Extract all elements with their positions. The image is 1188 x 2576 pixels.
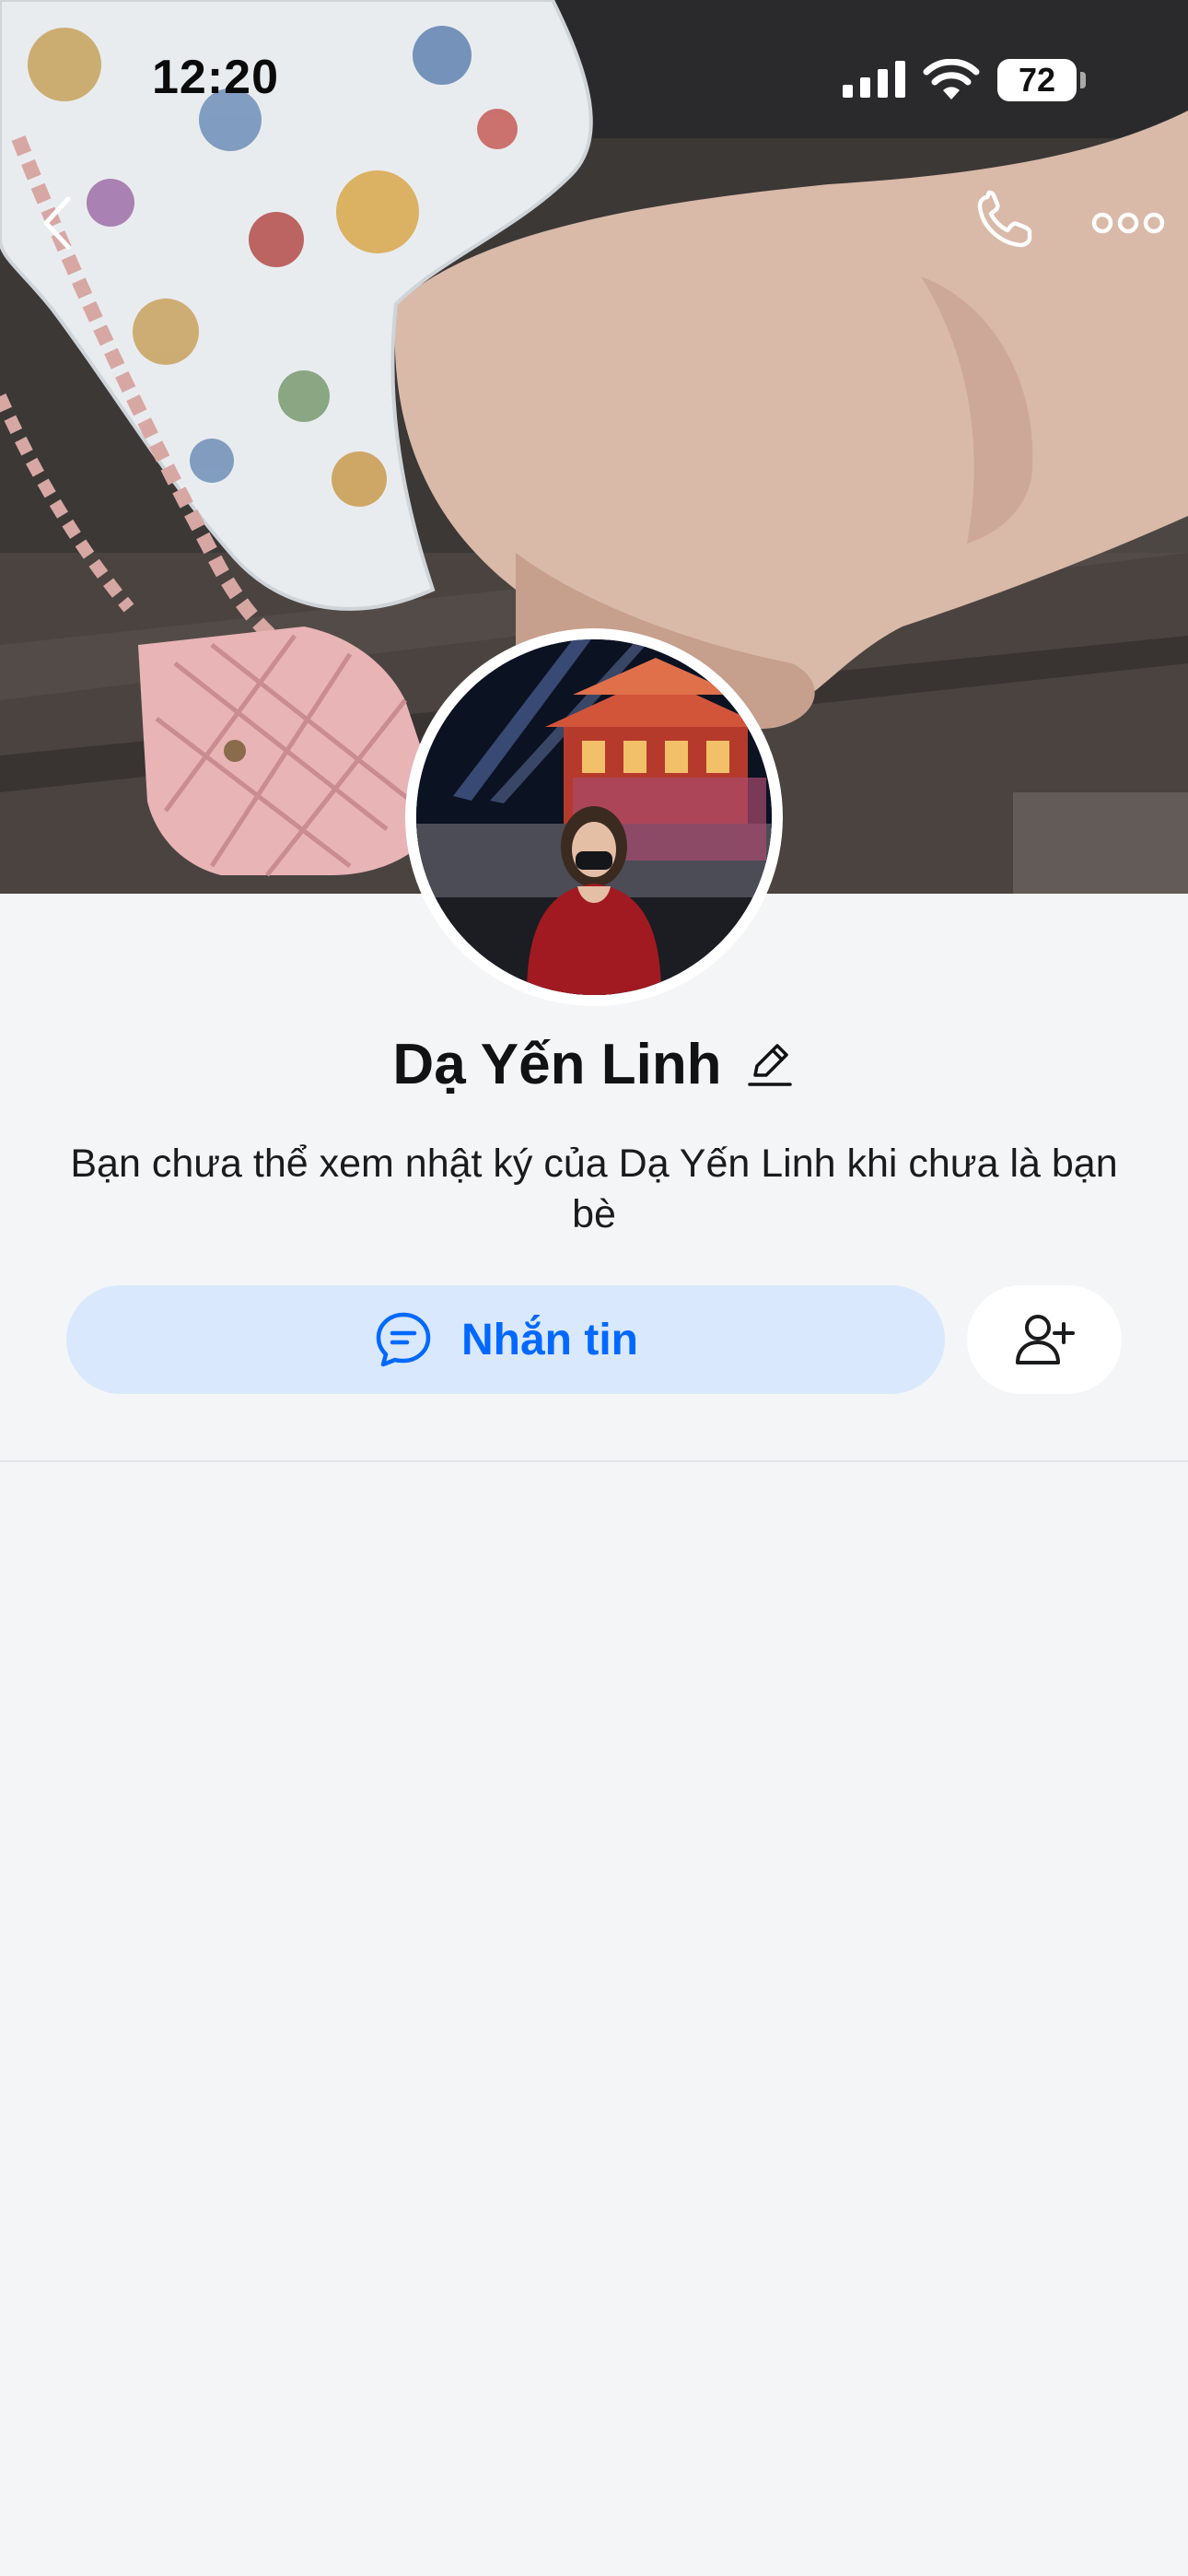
battery-indicator: 72 bbox=[997, 59, 1086, 101]
avatar-photo bbox=[416, 639, 772, 995]
add-friend-button[interactable] bbox=[967, 1285, 1122, 1394]
profile-name: Dạ Yến Linh bbox=[392, 1032, 722, 1096]
wifi-icon bbox=[923, 59, 980, 100]
add-user-icon bbox=[1016, 1315, 1075, 1364]
pencil-icon[interactable] bbox=[744, 1038, 796, 1090]
message-button-label: Nhắn tin bbox=[461, 1315, 638, 1364]
more-horizontal-icon bbox=[1091, 212, 1165, 234]
status-bar: 12:20 72 bbox=[0, 0, 1188, 138]
chevron-left-icon bbox=[43, 196, 71, 250]
phone-icon bbox=[977, 190, 1032, 248]
cellular-signal-icon bbox=[843, 61, 905, 98]
privacy-notice: Bạn chưa thể xem nhật ký của Dạ Yến Linh… bbox=[70, 1142, 1118, 1236]
status-time: 12:20 bbox=[152, 51, 279, 104]
call-button[interactable] bbox=[967, 184, 1050, 258]
message-button[interactable]: Nhắn tin bbox=[66, 1285, 945, 1394]
avatar-photo-illustration bbox=[416, 639, 772, 995]
back-button[interactable] bbox=[28, 184, 92, 258]
more-options-button[interactable] bbox=[1087, 184, 1170, 258]
chat-bubble-icon bbox=[376, 1312, 431, 1367]
avatar[interactable] bbox=[405, 628, 783, 1006]
profile-name-row: Dạ Yến Linh bbox=[0, 1027, 1188, 1101]
profile-screen: 12:20 72 Dạ Yến Linh Bạn chưa thể xem nh… bbox=[0, 0, 1188, 2576]
section-divider bbox=[0, 1460, 1188, 1462]
